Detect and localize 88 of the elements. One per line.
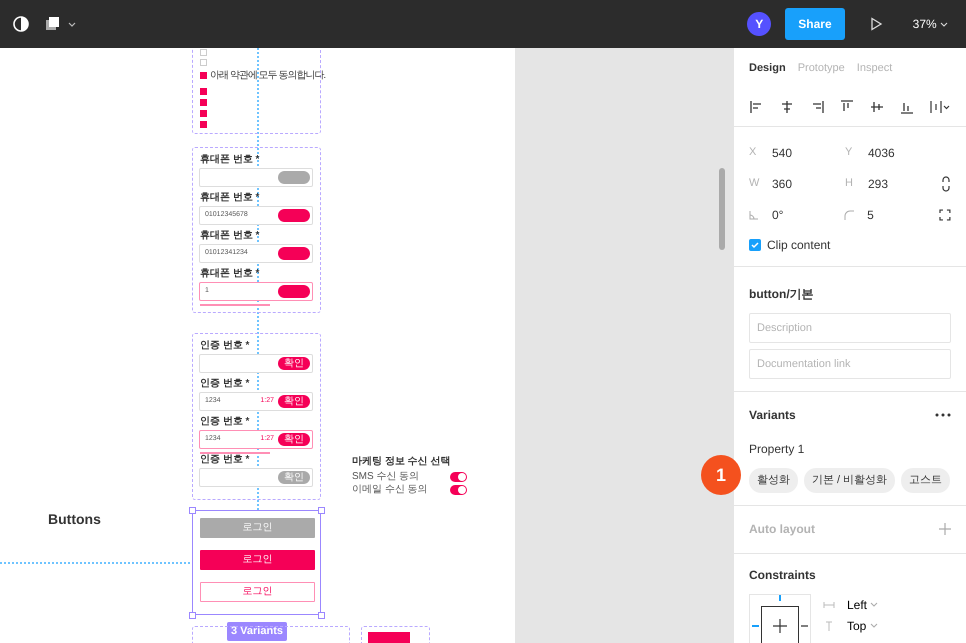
vertical-constraint-icon [823,620,835,630]
play-icon[interactable] [868,17,883,31]
checkbox[interactable] [749,239,761,251]
constraint-dropdown[interactable]: Left [847,596,878,614]
property-value[interactable]: 540 [772,144,792,162]
constraints-widget[interactable] [749,594,811,643]
variant-chip[interactable]: 기본 / 비활성화 [804,468,896,492]
panel-tab[interactable]: Design [749,60,786,76]
field-label: 휴대폰 번호 * [200,155,260,165]
checkbox[interactable] [200,59,207,66]
field-label: 휴대폰 번호 * [200,193,260,203]
confirm-button[interactable]: 확인 [278,357,310,370]
input-field[interactable] [199,168,313,187]
independent-corners-icon[interactable] [939,208,951,220]
zoom-menu[interactable]: 37% [906,14,954,34]
field-label: 인증 번호 * [200,379,250,389]
shapes-menu-icon[interactable] [44,15,78,33]
component-name: button/기본 [749,286,815,303]
property-value[interactable]: 293 [868,174,888,192]
toggle-switch[interactable] [450,485,467,495]
property-value[interactable]: 360 [772,174,792,192]
option-label: 이메일 수신 동의 [352,485,428,495]
documentation-link-field[interactable]: Documentation link [749,349,951,379]
selection-frame[interactable] [192,510,321,615]
add-icon[interactable] [939,523,951,535]
variant-chip[interactable]: 고스트 [901,468,950,492]
input-field[interactable]: 확인 [199,354,313,373]
align-middle-icon[interactable] [869,99,885,115]
confirm-button[interactable]: 확인 [278,433,310,446]
checkbox[interactable] [200,49,207,56]
request-button[interactable] [278,209,310,222]
property-value[interactable]: 4036 [868,144,895,162]
login-button[interactable]: 로그인 [200,582,315,602]
checkbox[interactable] [200,110,207,117]
constraint-dropdown[interactable]: Top [847,616,878,634]
field-label: 휴대폰 번호 * [200,231,260,241]
resize-handle[interactable] [189,612,196,619]
checkbox[interactable] [200,121,207,128]
request-button[interactable] [278,285,310,298]
section-heading: Buttons [48,510,101,529]
field-label: 인증 번호 * [200,341,250,351]
variants-badge: 3 Variants [227,622,287,640]
section-title: Auto layout [749,521,815,538]
resize-handle[interactable] [318,612,325,619]
section-title: 마케팅 정보 수신 선택 [352,457,450,467]
caret-icon [870,602,878,608]
checkbox[interactable] [200,88,207,95]
section-title: Constraints [749,566,817,584]
property-value[interactable]: 5 [867,206,874,224]
checkbox[interactable] [200,72,207,79]
option-label: SMS 수신 동의 [352,472,420,482]
field-label: 인증 번호 * [200,417,250,427]
corner-radius-icon [844,210,854,220]
check-icon [751,241,759,249]
property-value[interactable]: 0° [772,206,784,224]
error-line [200,304,270,306]
login-button[interactable]: 로그인 [200,550,315,570]
property-label: X [749,145,758,160]
property-label: W [749,176,760,192]
caret-icon [870,623,878,630]
contrast-icon[interactable] [12,15,30,33]
variant-chip[interactable]: 활성화 [749,468,798,492]
align-center-icon[interactable] [779,99,795,115]
field-label: 휴대폰 번호 * [200,269,260,279]
rotation-icon [749,210,759,220]
error-line [200,452,270,454]
property-label: H [845,176,854,192]
resize-handle[interactable] [189,507,196,514]
request-button[interactable] [278,171,310,184]
checkbox[interactable] [200,99,207,106]
property-name: Property 1 [749,441,806,458]
horizontal-constraint-icon [823,600,835,610]
toggle-switch[interactable] [450,472,467,482]
avatar[interactable]: Y [747,12,772,36]
field-label: 인증 번호 * [200,455,250,465]
caret-icon [940,22,948,28]
constrain-proportions-icon[interactable] [941,176,951,192]
checkbox-label: Clip content [767,237,830,254]
section-title: Variants [749,407,796,424]
distribute-menu-icon[interactable] [929,99,951,115]
more-options-icon[interactable] [935,413,951,417]
resize-handle[interactable] [318,507,325,514]
description-field[interactable]: Description [749,313,951,343]
request-button[interactable] [278,247,310,260]
property-label: Y [845,145,854,160]
agree-all-label: 아래 약관에 모두 동의합니다. [210,71,326,81]
confirm-button[interactable]: 확인 [278,395,310,408]
scrollbar[interactable] [719,168,725,250]
